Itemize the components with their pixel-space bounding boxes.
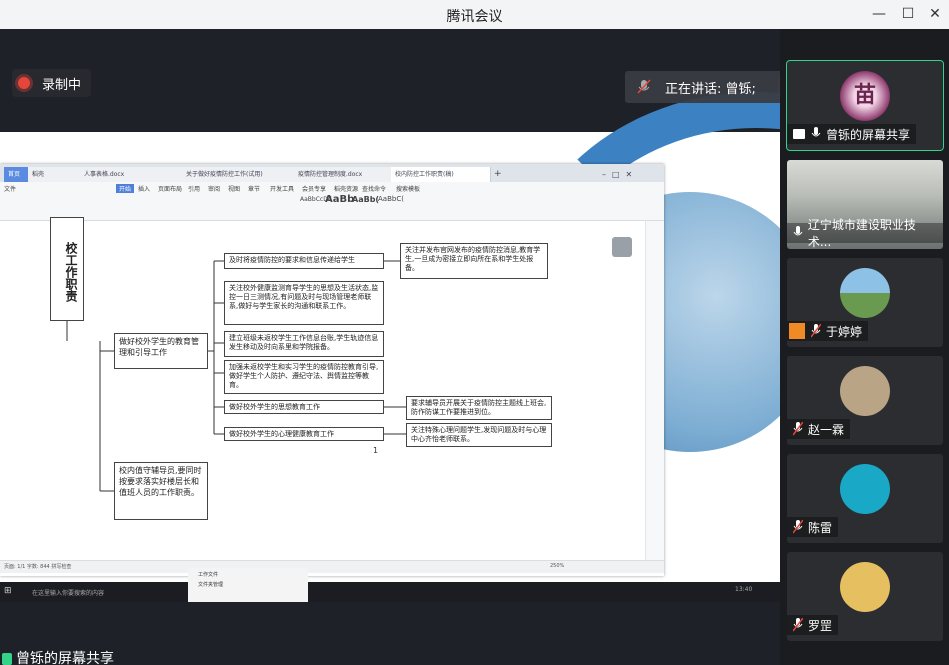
minimize-button[interactable]: — <box>866 4 892 24</box>
node-main-off-campus: 做好校外学生的教育管理和引导工作 <box>114 333 208 369</box>
document-ribbon: 文件 开始 插入 页面布局 引用 审阅 视图 章节 开发工具 会员专享 稻壳资源… <box>0 182 664 221</box>
avatar <box>840 562 890 612</box>
share-caption: 曾铄的屏幕共享 <box>2 648 114 665</box>
speaking-label: 正在讲话: 曾铄; <box>665 81 756 97</box>
participant-label: 辽宁城市建设职业技术... <box>787 218 943 249</box>
windows-start-icon[interactable]: ⊞ <box>4 586 12 596</box>
ribbon-tab-docer[interactable]: 稻壳资源 <box>334 184 358 193</box>
node-on-campus-counselor: 校内值守辅导员,要同时按要求落实好楼层长和值班人员的工作职责。 <box>114 462 208 520</box>
folder-popup: 工作文件 文件夹管理 <box>188 568 308 602</box>
share-screen-icon <box>2 653 12 665</box>
document-window: 首页 稻壳 人事表格.docx 关于做好疫情防控工作(试用) 疫情防控管理制度.… <box>0 164 664 576</box>
folder-item-1[interactable]: 工作文件 <box>188 568 308 581</box>
share-screen-icon <box>793 129 805 139</box>
ribbon-tab-review[interactable]: 审阅 <box>208 184 220 193</box>
ribbon-search-template[interactable]: 搜索模板 <box>396 184 420 193</box>
ribbon-tab-section[interactable]: 章节 <box>248 184 260 193</box>
participant-tile-6[interactable]: 罗罡 <box>787 552 943 641</box>
record-dot-icon <box>18 77 30 89</box>
avatar <box>840 366 890 416</box>
tab-home[interactable]: 首页 <box>4 167 31 182</box>
mic-muted-icon <box>637 79 651 94</box>
share-caption-text: 曾铄的屏幕共享 <box>16 651 114 665</box>
document-right-toolbar[interactable] <box>645 221 664 561</box>
mic-muted-icon <box>811 324 821 338</box>
node-mental-health-note: 关注特殊心理问题学生,发现问题及时与心理中心齐怡老师联系。 <box>406 423 552 447</box>
taskbar-clock: 13:40 <box>735 586 753 593</box>
avatar: 苗 <box>840 71 890 121</box>
node-epidemic-education: 加强未返校学生和实习学生的疫情防控教育引导,做好学生个人防护、遵纪守法、舆情监控… <box>224 360 384 394</box>
status-left: 页面: 1/1 字数: 844 拼写检查 <box>4 564 72 570</box>
node-ideology-education: 做好校外学生的思想教育工作 <box>224 400 384 414</box>
node-info-transfer-note: 关注并发布官网发布的疫情防控消息,教育学生,一旦成为密接立即向所在系和学生处报备… <box>400 243 548 279</box>
node-health-monitor: 关注校外健康监测育导学生的思想及生活状态,监控一日三测情况,有问题及时与现场管理… <box>224 281 384 325</box>
mic-icon <box>793 226 803 236</box>
tab-doc-3[interactable]: 疫情防控管理制度.docx <box>294 167 394 182</box>
document-tab-bar: 首页 稻壳 人事表格.docx 关于做好疫情防控工作(试用) 疫情防控管理制度.… <box>0 164 664 182</box>
recording-indicator[interactable]: 录制中 <box>12 69 92 97</box>
new-tab-plus-icon[interactable]: + <box>490 167 504 182</box>
participant-label: 赵一霖 <box>787 419 851 439</box>
participant-panel: 苗 曾铄的屏幕共享 辽宁城市建设职业技术... 于婷婷 赵一霖 陈雷 罗罡 <box>780 29 949 665</box>
style-heading3[interactable]: AaBbC( <box>378 195 404 203</box>
node-ideology-note: 要求辅导员开展关于疫情防控主题线上班会,防作防谋工作要推进到位。 <box>406 396 552 420</box>
participant-name: 于婷婷 <box>826 324 863 339</box>
mic-muted-icon <box>793 520 803 534</box>
node-mental-health: 做好校外学生的心理健康教育工作 <box>224 427 384 441</box>
node-info-transfer: 及时将疫情防控的要求和信息传递给学生 <box>224 253 384 269</box>
participant-name: 赵一霖 <box>808 422 845 437</box>
document-status-bar: 页面: 1/1 字数: 844 拼写检查 250% <box>0 560 664 573</box>
taskbar-search[interactable]: 在这里输入你要搜索的内容 <box>32 588 104 597</box>
node-ledger: 建立班级未返校学生工作信息台账,学生轨迹信息发生移动及时向系里和学院报备。 <box>224 331 384 357</box>
ribbon-find-command[interactable]: 查找命令 <box>362 184 386 193</box>
tab-doc-1[interactable]: 人事表格.docx <box>80 167 185 182</box>
window-controls-icon[interactable]: –□✕ <box>598 167 662 182</box>
participant-label: 罗罡 <box>787 615 839 635</box>
ribbon-tab-developer[interactable]: 开发工具 <box>270 184 294 193</box>
participant-name: 罗罡 <box>808 618 833 633</box>
participant-tile-4[interactable]: 赵一霖 <box>787 356 943 445</box>
window-titlebar: 腾讯会议 — ☐ ✕ <box>0 0 949 29</box>
participant-tile-2[interactable]: 辽宁城市建设职业技术... <box>787 160 943 249</box>
participant-name: 曾铄的屏幕共享 <box>826 127 911 142</box>
tab-doc-2[interactable]: 关于做好疫情防控工作(试用) <box>182 167 297 182</box>
ribbon-tab-insert[interactable]: 插入 <box>138 184 150 193</box>
mic-muted-icon <box>793 422 803 436</box>
window-title: 腾讯会议 <box>446 9 503 25</box>
user-icon <box>789 323 805 339</box>
ribbon-tab-file[interactable]: 文件 <box>4 184 16 193</box>
mic-icon <box>811 127 821 137</box>
shared-taskbar: ⊞ 在这里输入你要搜索的内容 工作文件 文件夹管理 13:40 <box>0 568 780 602</box>
document-page: 校工作职责 及时将疫情防控的要求和信息传递给学生 关注并发布官网发布的疫情防控消… <box>0 217 640 561</box>
mic-muted-icon <box>793 618 803 632</box>
tab-doc-active[interactable]: 校内防控工作职责(稿) <box>391 167 491 182</box>
participant-tile-3[interactable]: 于婷婷 <box>787 258 943 347</box>
style-heading2[interactable]: AaBb( <box>352 195 379 204</box>
recording-label: 录制中 <box>42 77 82 93</box>
folder-item-2[interactable]: 文件夹管理 <box>188 581 308 588</box>
participant-label: 陈雷 <box>787 517 839 537</box>
ribbon-tab-home[interactable]: 开始 <box>116 184 135 193</box>
page-thumbnail-icon[interactable] <box>612 237 632 257</box>
zoom-level[interactable]: 250% <box>550 563 564 569</box>
ribbon-tab-reference[interactable]: 引用 <box>188 184 200 193</box>
participant-name: 辽宁城市建设职业技术... <box>807 218 916 249</box>
participant-name: 陈雷 <box>808 520 833 535</box>
style-heading1[interactable]: AaBb <box>325 194 354 205</box>
avatar <box>840 464 890 514</box>
participant-label: 于婷婷 <box>787 321 869 341</box>
participant-label: 曾铄的屏幕共享 <box>787 124 917 144</box>
close-button[interactable]: ✕ <box>922 4 948 24</box>
speaking-banner: 正在讲话: 曾铄; ↶ <box>625 71 780 103</box>
shared-screen: 录制中 正在讲话: 曾铄; ↶ 首页 稻壳 人事表格.docx 关于做好疫情防控… <box>0 29 780 665</box>
avatar <box>840 268 890 318</box>
ribbon-tab-layout[interactable]: 页面布局 <box>158 184 182 193</box>
tab-docer[interactable]: 稻壳 <box>28 167 83 182</box>
participant-tile-1[interactable]: 苗 曾铄的屏幕共享 <box>786 60 944 151</box>
ribbon-tab-view[interactable]: 视图 <box>228 184 240 193</box>
ribbon-tab-member[interactable]: 会员专享 <box>302 184 326 193</box>
participant-tile-5[interactable]: 陈雷 <box>787 454 943 543</box>
maximize-button[interactable]: ☐ <box>895 4 921 24</box>
page-number: 1 <box>373 446 379 455</box>
